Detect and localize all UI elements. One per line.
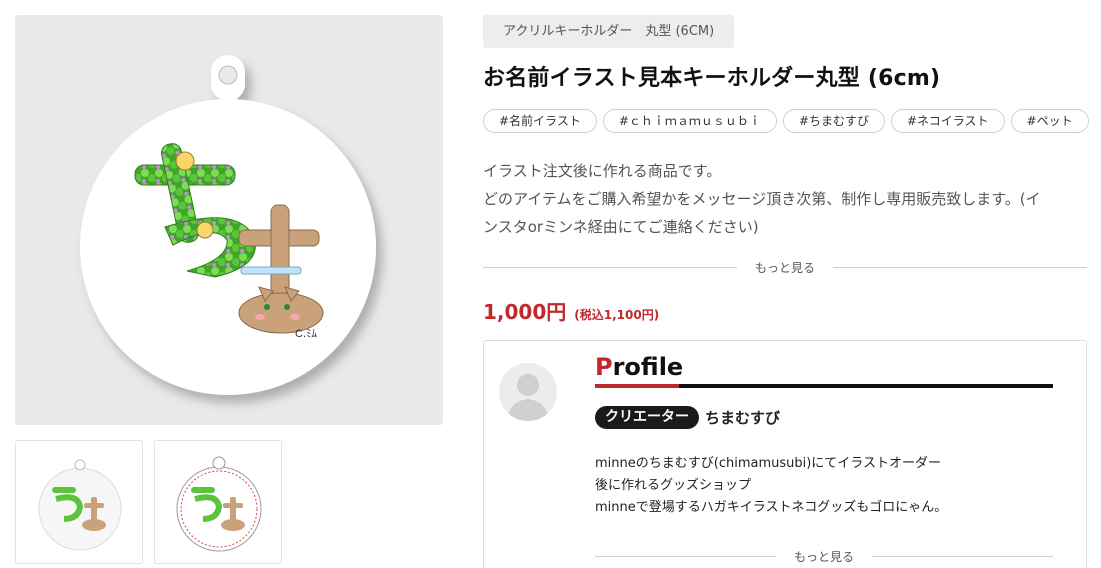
avatar-silhouette [499, 363, 557, 421]
description-line: ンスタorミンネ経由にてご連絡ください) [483, 218, 759, 236]
tag-cat-illustration[interactable]: #ネコイラスト [890, 109, 1005, 133]
tag-chimamusubi-latin[interactable]: #ｃｈｉｍａｍｕｓｕｂｉ [602, 109, 777, 133]
price-row: 1,000円 (税込1,100円) [483, 296, 659, 325]
divider [833, 266, 1088, 268]
bio-line: 後に作れるグッズショップ [595, 478, 752, 493]
thumbnail-outline-image [176, 456, 262, 552]
thumbnail-front-image [38, 459, 122, 551]
keyholder-illustration: C.ﾐﾑ [80, 55, 376, 395]
heading-underline [595, 384, 1053, 388]
profile-card: Profile クリエーター ちまむすび minneのちまむすび(chimamu… [483, 340, 1087, 568]
illustration-signature: C.ﾐﾑ [295, 328, 317, 340]
product-main-image[interactable]: C.ﾐﾑ [15, 15, 443, 425]
tag-chimamusubi[interactable]: #ちまむすび [782, 109, 885, 133]
price: 1,000円 [483, 300, 567, 324]
tag-pet[interactable]: #ペット [1010, 109, 1089, 133]
price-with-tax: (税込1,100円) [574, 308, 660, 322]
description-line: どのアイテムをご購入希望かをメッセージ頂き次第、制作し専用販売致します。(イ [483, 190, 1041, 208]
divider [595, 555, 776, 557]
profile-heading-initial: P [595, 353, 613, 381]
description-more-toggle: もっと見る [483, 257, 1088, 277]
default-user-silhouette-icon[interactable] [499, 363, 557, 421]
divider [483, 266, 737, 268]
thumbnail-keyholder-outline[interactable] [154, 440, 282, 564]
product-description: イラスト注文後に作れる商品です。 どのアイテムをご購入希望かをメッセージ頂き次第… [483, 157, 1083, 241]
profile-heading: Profile [595, 353, 683, 381]
description-line: イラスト注文後に作れる商品です。 [483, 162, 722, 180]
thumbnail-keyholder-front[interactable] [15, 440, 143, 564]
heading-underline-accent [595, 384, 679, 388]
creator-row: クリエーター ちまむすび [595, 406, 780, 429]
keyring-hole-icon [218, 65, 238, 85]
profile-bio: minneのちまむすび(chimamusubi)にてイラストオーダー 後に作れる… [595, 453, 1055, 519]
tag-name-illustration[interactable]: #名前イラスト [483, 109, 597, 133]
profile-heading-rest: rofile [612, 353, 684, 381]
category-badge[interactable]: アクリルキーホルダー 丸型 (6CM) [483, 15, 735, 48]
bio-line: minneで登場するハガキイラストネコグッズもゴロにゃん。 [595, 500, 948, 515]
divider [872, 555, 1054, 557]
profile-show-more-link[interactable]: もっと見る [776, 548, 872, 565]
creator-label-badge: クリエーター [595, 406, 699, 429]
tag-list: #名前イラスト #ｃｈｉｍａｍｕｓｕｂｉ #ちまむすび #ネコイラスト #ペット [483, 109, 1089, 133]
bio-line: minneのちまむすび(chimamusubi)にてイラストオーダー [595, 456, 942, 471]
creator-name-link[interactable]: ちまむすび [705, 407, 780, 428]
show-more-link[interactable]: もっと見る [737, 259, 833, 276]
product-title: お名前イラスト見本キーホルダー丸型 (6cm) [483, 66, 941, 91]
profile-more-toggle: もっと見る [595, 546, 1054, 566]
